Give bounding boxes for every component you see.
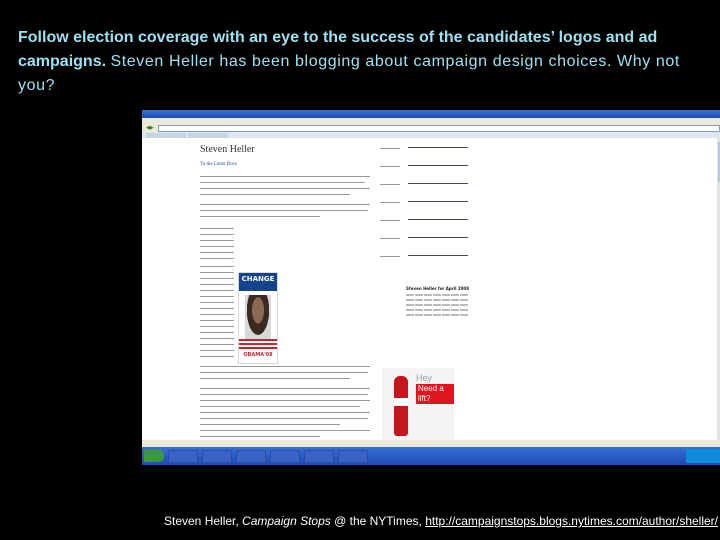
text-line xyxy=(200,266,234,267)
text-line xyxy=(200,388,370,389)
text-line xyxy=(200,204,370,205)
credit-middle: @ the NYTimes, xyxy=(330,514,426,528)
text-line xyxy=(200,194,350,195)
taskbar xyxy=(142,447,720,465)
text-line xyxy=(200,258,234,259)
list-item xyxy=(380,236,500,254)
credit-blog-name: Campaign Stops xyxy=(242,514,331,528)
text-line xyxy=(200,216,320,217)
taskbar-item xyxy=(236,449,266,463)
text-line xyxy=(200,234,234,235)
list-item xyxy=(380,182,500,200)
text-line xyxy=(200,302,234,303)
list-item xyxy=(380,218,500,236)
back-forward-icon: ◀▶ xyxy=(146,125,154,131)
text-line xyxy=(200,308,234,309)
text-line xyxy=(200,356,234,357)
text-line xyxy=(200,406,360,407)
text-line xyxy=(200,272,234,273)
list-item xyxy=(380,146,500,164)
text-line xyxy=(200,188,370,189)
text-line xyxy=(200,430,370,431)
text-line xyxy=(200,372,368,373)
text-line xyxy=(200,338,234,339)
ad-tagline: Need a lift? xyxy=(416,384,454,404)
text-line xyxy=(200,290,234,291)
archive-list xyxy=(380,146,500,272)
text-line xyxy=(200,246,234,247)
system-tray xyxy=(686,449,720,463)
bottle-label xyxy=(394,398,408,406)
source-credit: Steven Heller, Campaign Stops @ the NYTi… xyxy=(164,514,718,528)
poster-portrait xyxy=(245,295,271,339)
poster-name: OBAMA'08 xyxy=(243,352,273,358)
credit-link[interactable]: http://campaignstops.blogs.nytimes.com/a… xyxy=(425,514,718,528)
text-line xyxy=(200,436,320,437)
calendar-widget: Steven Heller for April 2008 xyxy=(406,286,470,316)
credit-prefix: Steven Heller, xyxy=(164,514,243,528)
post-title: To the Letter Born xyxy=(200,162,237,167)
text-line xyxy=(200,252,234,253)
list-item xyxy=(380,200,500,218)
text-line xyxy=(200,378,350,379)
text-line xyxy=(200,240,234,241)
taskbar-item xyxy=(338,449,368,463)
obama-change-poster: CHANGE OBAMA'08 xyxy=(238,272,278,364)
window-titlebar xyxy=(142,110,720,118)
caption-rest: Steven Heller has been blogging about ca… xyxy=(18,53,680,94)
coke-bottle-icon xyxy=(394,376,408,436)
text-line xyxy=(200,228,234,229)
blog-page: Steven Heller To the Letter Born CHANGE … xyxy=(142,138,717,446)
url-field xyxy=(157,124,720,132)
status-bar xyxy=(142,440,720,447)
list-item xyxy=(380,254,500,272)
text-line xyxy=(200,400,370,401)
blog-title: Steven Heller xyxy=(200,144,255,155)
text-line xyxy=(200,314,234,315)
text-line xyxy=(200,182,365,183)
calendar-title: Steven Heller for April 2008 xyxy=(406,286,469,291)
taskbar-item xyxy=(270,449,300,463)
text-line xyxy=(200,326,234,327)
poster-stripes xyxy=(239,339,277,351)
browser-screenshot: ◀▶ Steven Heller To the Letter Born CHAN… xyxy=(142,110,720,465)
text-line xyxy=(200,320,234,321)
text-line xyxy=(200,284,234,285)
coke-ad: Hey there. Need a lift? xyxy=(382,368,454,444)
text-line xyxy=(200,366,370,367)
text-line xyxy=(200,394,368,395)
text-line xyxy=(200,344,234,345)
list-item xyxy=(380,164,500,182)
address-bar: ◀▶ xyxy=(142,124,720,132)
text-line xyxy=(200,418,368,419)
start-button xyxy=(144,450,164,462)
taskbar-item xyxy=(202,449,232,463)
text-line xyxy=(200,296,234,297)
text-line xyxy=(200,424,340,425)
slide-caption: Follow election coverage with an eye to … xyxy=(18,26,708,98)
text-line xyxy=(200,210,368,211)
text-line xyxy=(200,278,234,279)
text-line xyxy=(200,412,370,413)
text-line xyxy=(200,332,234,333)
calendar-grid xyxy=(406,294,470,316)
text-line xyxy=(200,350,234,351)
taskbar-item xyxy=(168,449,198,463)
text-line xyxy=(200,176,370,177)
poster-change-text: CHANGE xyxy=(239,273,277,291)
taskbar-item xyxy=(304,449,334,463)
